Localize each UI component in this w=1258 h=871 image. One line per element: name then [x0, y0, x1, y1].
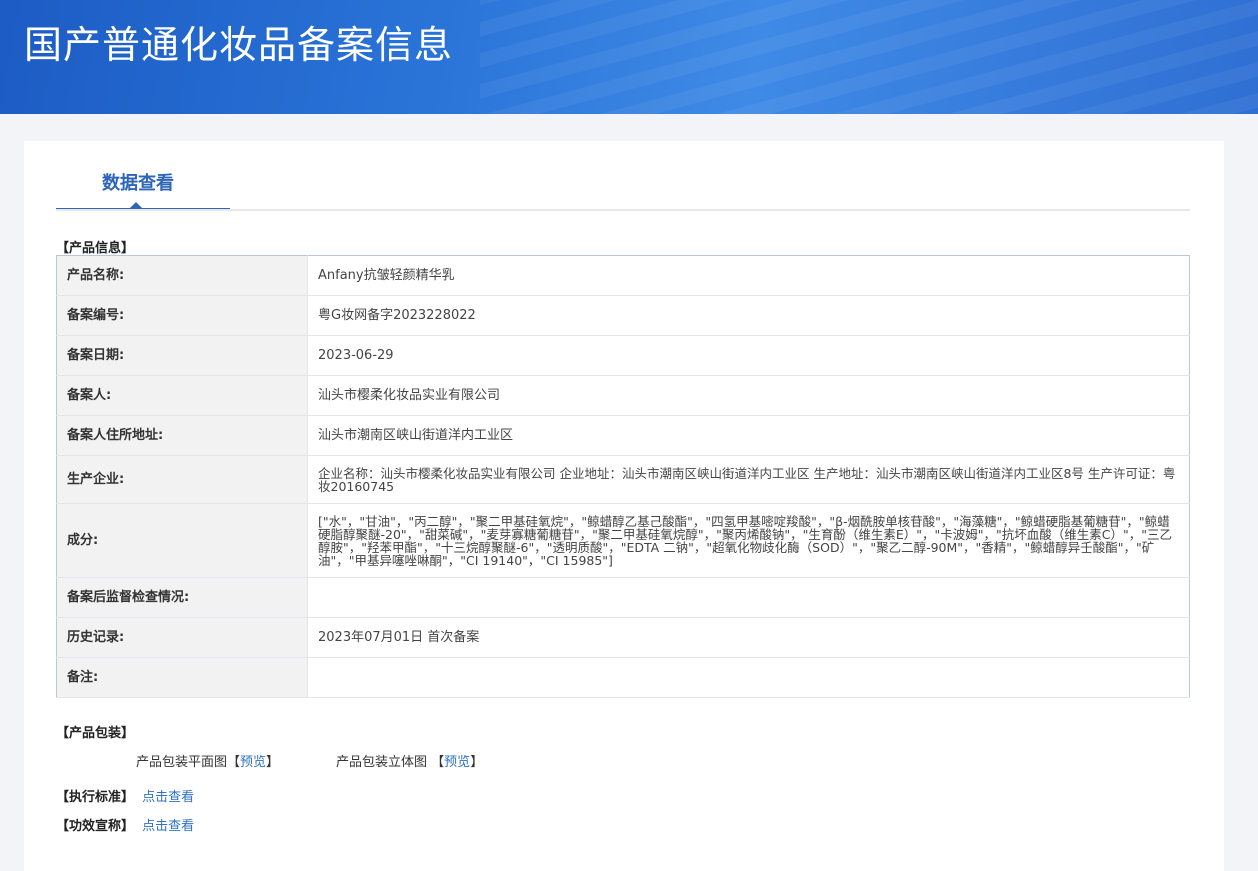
page-title: 国产普通化妆品备案信息: [24, 23, 454, 67]
row-value: [307, 577, 1190, 618]
section-title-packaging: 【产品包装】: [56, 726, 135, 741]
row-value: 汕头市潮南区峡山街道洋内工业区: [307, 415, 1190, 456]
row-label: 历史记录:: [56, 617, 308, 658]
row-label: 备注:: [56, 657, 308, 698]
row-label: 备案人住所地址:: [56, 415, 308, 456]
table-row: 备案编号: 粤G妆网备字2023228022: [56, 295, 1190, 336]
packaging-3d-label: 产品包装立体图: [336, 755, 428, 770]
table-row: 成分: ["水"，"甘油"，"丙二醇"，"聚二甲基硅氧烷"，"鲸蜡醇乙基己酸酯"…: [56, 503, 1190, 578]
row-label: 生产企业:: [56, 455, 308, 504]
content-card: 数据查看 【产品信息】 产品名称: Anfany抗皱轻颜精华乳 备案编号: 粤G…: [24, 141, 1224, 871]
standard-row: 【执行标准】 点击查看: [56, 786, 194, 805]
section-title-product-info: 【产品信息】: [56, 241, 135, 256]
row-value: [307, 657, 1190, 698]
efficacy-row: 【功效宣称】 点击查看: [56, 815, 194, 834]
section-title-standard: 【执行标准】: [56, 790, 135, 805]
standard-view-link[interactable]: 点击查看: [142, 790, 194, 805]
packaging-flat-item: 产品包装平面图【预览】: [136, 755, 280, 770]
row-value: 粤G妆网备字2023228022: [307, 295, 1190, 336]
table-row: 产品名称: Anfany抗皱轻颜精华乳: [56, 255, 1190, 296]
packaging-flat-label: 产品包装平面图: [136, 755, 228, 770]
row-value: 汕头市樱柔化妆品实业有限公司: [307, 375, 1190, 416]
row-label: 备案后监督检查情况:: [56, 577, 308, 618]
product-info-table: 产品名称: Anfany抗皱轻颜精华乳 备案编号: 粤G妆网备字20232280…: [56, 255, 1190, 698]
tab-label: 数据查看: [102, 173, 174, 194]
table-row: 生产企业: 企业名称：汕头市樱柔化妆品实业有限公司 企业地址：汕头市潮南区峡山街…: [56, 455, 1190, 504]
row-label: 产品名称:: [56, 255, 308, 296]
flat-preview-link[interactable]: 预览: [240, 755, 266, 770]
section-title-efficacy: 【功效宣称】: [56, 819, 135, 834]
3d-preview-link[interactable]: 预览: [444, 755, 470, 770]
row-value: 2023年07月01日 首次备案: [307, 617, 1190, 658]
row-value-ingredients: ["水"，"甘油"，"丙二醇"，"聚二甲基硅氧烷"，"鲸蜡醇乙基己酸酯"，"四氢…: [307, 503, 1190, 578]
row-value: Anfany抗皱轻颜精华乳: [307, 255, 1190, 296]
row-label: 备案日期:: [56, 335, 308, 376]
row-label: 成分:: [56, 503, 308, 578]
table-row: 历史记录: 2023年07月01日 首次备案: [56, 617, 1190, 658]
table-row: 备案后监督检查情况:: [56, 577, 1190, 618]
tab-data-view[interactable]: 数据查看: [56, 141, 230, 211]
efficacy-view-link[interactable]: 点击查看: [142, 819, 194, 834]
row-label: 备案编号:: [56, 295, 308, 336]
table-row: 备案人: 汕头市樱柔化妆品实业有限公司: [56, 375, 1190, 416]
tab-divider: [56, 209, 1190, 211]
tab-caret-icon: [130, 202, 142, 208]
packaging-3d-item: 产品包装立体图 【预览】: [336, 755, 484, 770]
row-value-manufacturer: 企业名称：汕头市樱柔化妆品实业有限公司 企业地址：汕头市潮南区峡山街道洋内工业区…: [307, 455, 1190, 504]
header-banner: 国产普通化妆品备案信息: [0, 0, 1258, 114]
row-value: 2023-06-29: [307, 335, 1190, 376]
table-row: 备注:: [56, 657, 1190, 698]
table-row: 备案日期: 2023-06-29: [56, 335, 1190, 376]
row-label: 备案人:: [56, 375, 308, 416]
table-row: 备案人住所地址: 汕头市潮南区峡山街道洋内工业区: [56, 415, 1190, 456]
